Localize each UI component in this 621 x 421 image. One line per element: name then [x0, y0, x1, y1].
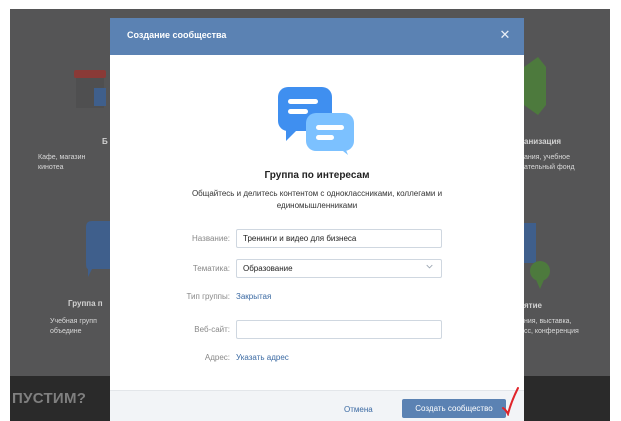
- close-button[interactable]: ✕: [498, 28, 512, 42]
- address-label: Адрес:: [204, 353, 230, 362]
- bg-card-subtitle-4: ния, выставка, сс, конференция: [524, 318, 579, 335]
- red-checkmark-icon: [502, 387, 519, 416]
- bg-card-title-4: ятие: [524, 301, 542, 310]
- bg-card-title-2: Группа п: [68, 299, 103, 308]
- website-label: Веб-сайт:: [194, 325, 230, 334]
- bg-card-title-1: Б: [102, 137, 108, 146]
- screen: Б Кафе, магазин кинотеа Группа п Учебная…: [0, 0, 621, 421]
- group-kind-label: Тип группы:: [186, 292, 230, 301]
- group-chat-icon: [278, 87, 354, 155]
- topic-select[interactable]: Образование: [236, 259, 442, 278]
- bg-card-subtitle-2: Учебная групп объедине: [50, 318, 97, 335]
- cancel-button[interactable]: Отмена: [344, 405, 373, 414]
- name-label: Название:: [192, 234, 230, 243]
- bg-card-subtitle-1: Кафе, магазин кинотеа: [38, 154, 86, 171]
- website-input[interactable]: [236, 320, 442, 339]
- event-icon: [522, 223, 550, 289]
- group-type-description: Общайтесь и делитесь контентом с однокла…: [191, 189, 443, 210]
- chevron-down-icon: [426, 264, 433, 269]
- shop-icon: [74, 70, 106, 108]
- bg-card-title-3: анизация: [524, 137, 562, 146]
- dialog-title: Создание сообщества: [127, 30, 227, 40]
- promo-text: ПУСТИМ?: [12, 390, 87, 407]
- specify-address-link[interactable]: Указать адрес: [236, 353, 289, 362]
- create-community-dialog: Создание сообщества ✕ Группа по интереса…: [110, 18, 524, 421]
- topic-label: Тематика:: [192, 264, 230, 273]
- dialog-footer: Отмена Создать сообщество: [110, 390, 524, 421]
- dialog-header: Создание сообщества ✕: [110, 18, 524, 55]
- chat-icon-left: [86, 221, 110, 277]
- topic-select-value: Образование: [243, 264, 293, 273]
- group-type-title: Группа по интересам: [264, 170, 370, 181]
- organization-icon: [524, 57, 546, 115]
- name-input[interactable]: Тренинги и видео для бизнеса: [236, 229, 442, 248]
- bg-card-subtitle-3: ания, учебное ательный фонд: [524, 154, 575, 171]
- close-icon: ✕: [499, 27, 511, 42]
- create-community-button[interactable]: Создать сообщество: [402, 399, 506, 418]
- name-input-value: Тренинги и видео для бизнеса: [243, 234, 357, 243]
- group-kind-link[interactable]: Закрытая: [236, 292, 271, 301]
